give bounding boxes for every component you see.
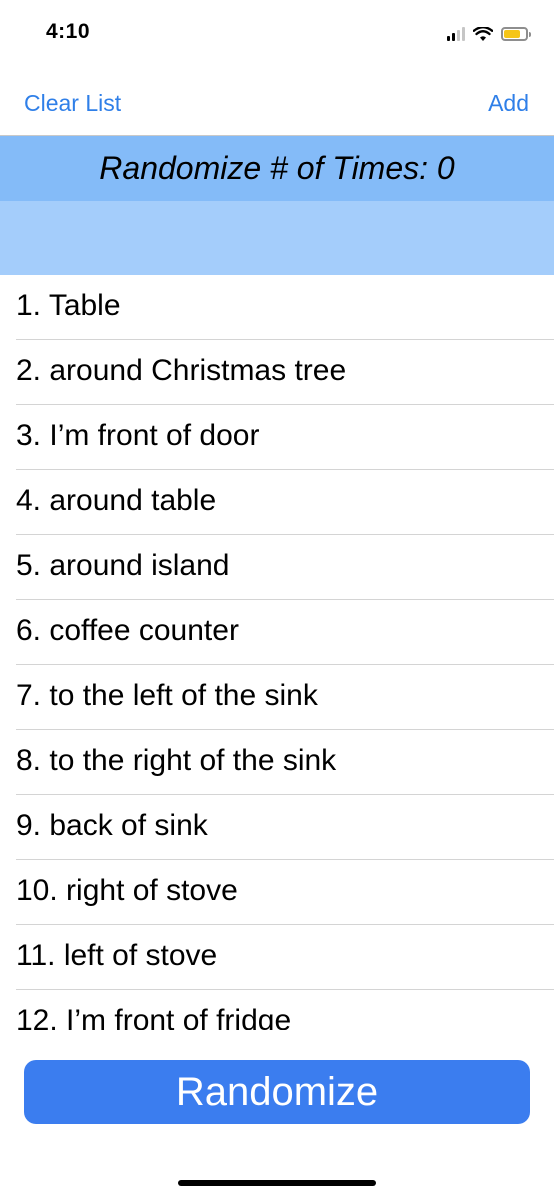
status-time: 4:10	[46, 20, 91, 43]
status-bar: 4:10	[0, 0, 554, 70]
list-item[interactable]: 2. around Christmas tree	[0, 340, 554, 405]
list-item-label: 11. left of stove	[16, 939, 218, 972]
list-item-label: 3. I’m front of door	[16, 419, 260, 452]
list-item-label: 9. back of sink	[16, 809, 208, 842]
status-icons	[447, 24, 531, 44]
add-button[interactable]: Add	[488, 90, 529, 117]
list-item[interactable]: 7. to the left of the sink	[0, 665, 554, 730]
list-item[interactable]: 9. back of sink	[0, 795, 554, 860]
list-item-label: 2. around Christmas tree	[16, 354, 347, 387]
list-item-label: 8. to the right of the sink	[16, 744, 337, 777]
wifi-icon	[473, 26, 493, 41]
list-item[interactable]: 3. I’m front of door	[0, 405, 554, 470]
list-item-label: 7. to the left of the sink	[16, 679, 318, 712]
cellular-signal-icon	[447, 27, 465, 41]
clear-list-button[interactable]: Clear List	[24, 90, 121, 117]
list-item-label: 6. coffee counter	[16, 614, 239, 647]
list-item-label: 10. right of stove	[16, 874, 238, 907]
list-item[interactable]: 6. coffee counter	[0, 600, 554, 665]
home-indicator[interactable]	[178, 1180, 376, 1186]
battery-icon	[501, 27, 531, 41]
randomize-count-title: Randomize # of Times: 0	[99, 150, 455, 186]
list-item-label: 4. around table	[16, 484, 217, 517]
list-item-label: 1. Table	[16, 289, 121, 322]
list-item[interactable]: 1. Table	[0, 275, 554, 340]
list-item[interactable]: 4. around table	[0, 470, 554, 535]
list-item[interactable]: 8. to the right of the sink	[0, 730, 554, 795]
list-item-label: 12. I’m front of fridge	[16, 1004, 292, 1030]
list-item[interactable]: 12. I’m front of fridge	[0, 990, 554, 1030]
list-item[interactable]: 10. right of stove	[0, 860, 554, 925]
navigation-bar: Clear List Add	[0, 70, 554, 136]
list-item[interactable]: 11. left of stove	[0, 925, 554, 990]
header-band: Randomize # of Times: 0	[0, 136, 554, 201]
list-item-label: 5. around island	[16, 549, 230, 582]
randomize-button[interactable]: Randomize	[24, 1060, 530, 1124]
battery-level	[504, 30, 521, 38]
locations-list[interactable]: 1. Table 2. around Christmas tree 3. I’m f…	[0, 275, 554, 1030]
list-item[interactable]: 5. around island	[0, 535, 554, 600]
result-band	[0, 201, 554, 275]
